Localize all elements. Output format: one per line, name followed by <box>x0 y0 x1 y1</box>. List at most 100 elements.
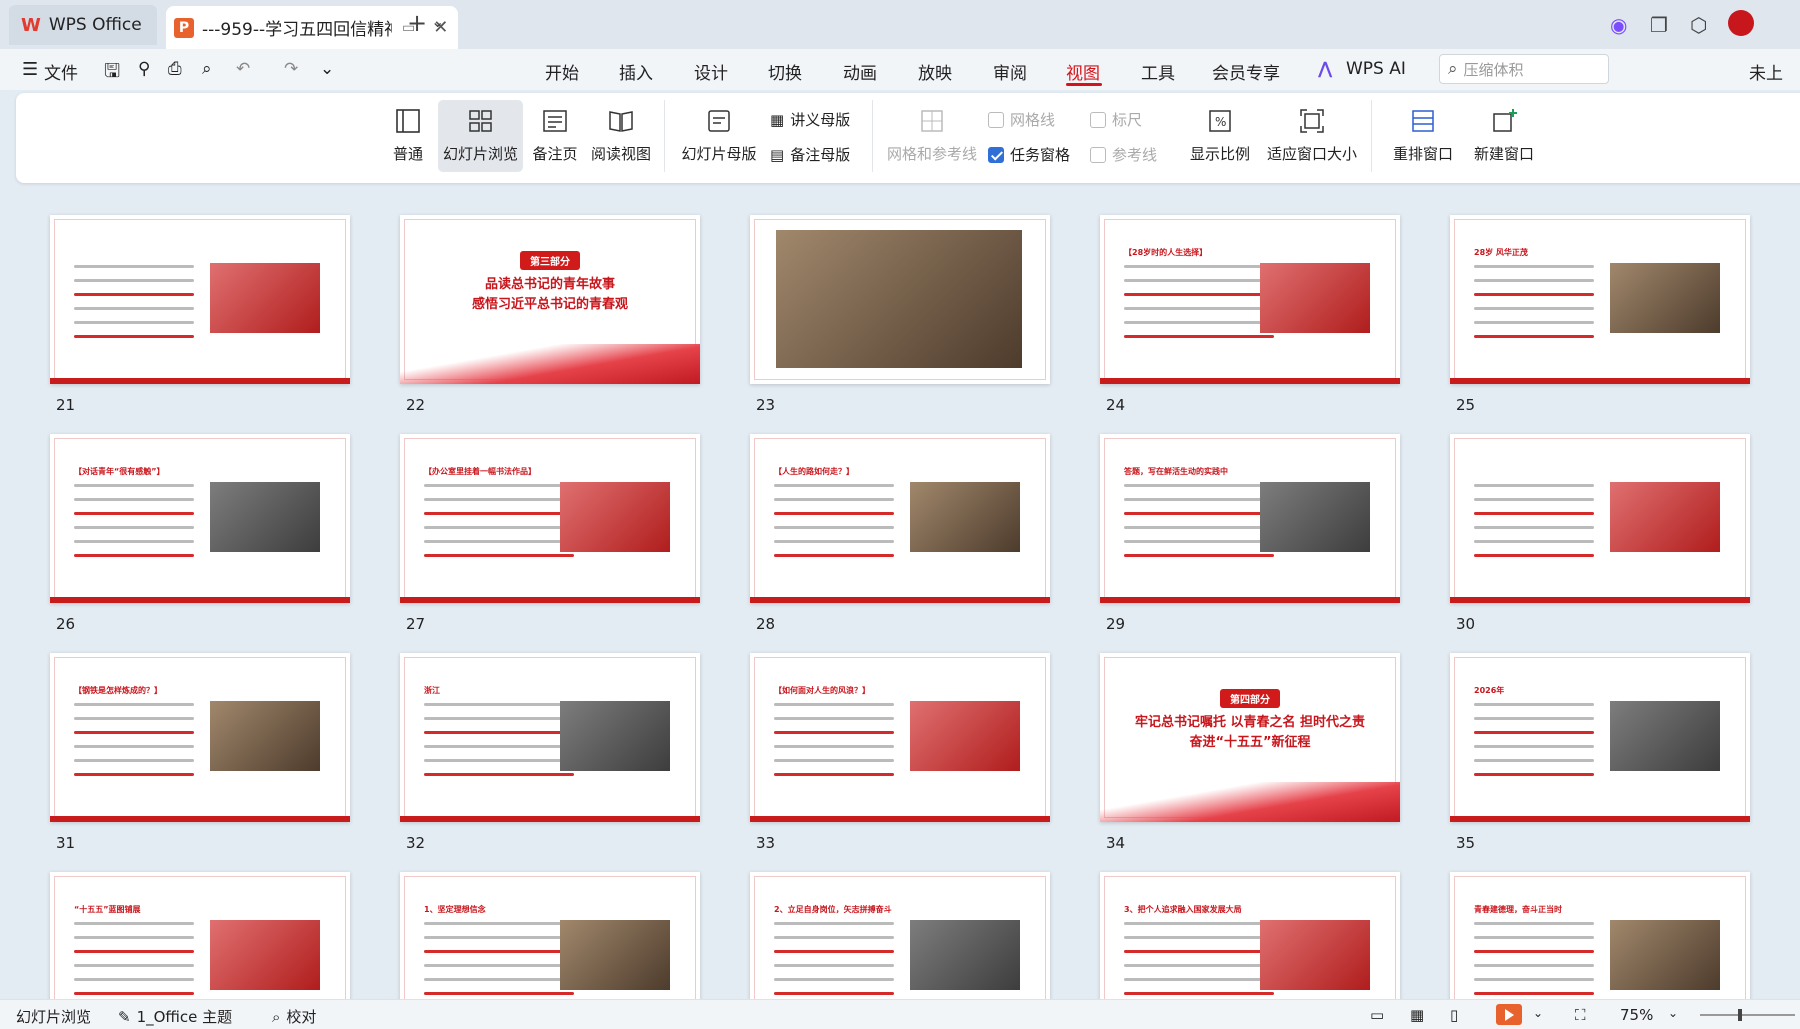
ruler-checkbox[interactable]: 标尺 <box>1090 109 1142 130</box>
zoom-slider-handle[interactable] <box>1738 1009 1742 1021</box>
slide-text-line <box>74 922 194 925</box>
slide-heading: 答题，写在鲜活生动的实践中 <box>1124 467 1228 476</box>
print-preview-icon[interactable]: ⌕ <box>202 59 212 79</box>
menu-tab-home[interactable]: 开始 <box>545 59 579 84</box>
slide-thumbnail[interactable]: 28岁 风华正茂 <box>1450 215 1750 384</box>
theme-icon: ✎ <box>118 1007 131 1026</box>
reading-view-status-icon[interactable]: ▯ <box>1450 1006 1458 1024</box>
slide-thumbnail[interactable]: 浙江 <box>400 653 700 822</box>
slide-thumbnail[interactable]: 【对话青年“很有感触”】 <box>50 434 350 603</box>
slide-text-line <box>74 731 194 734</box>
print-icon[interactable]: ⎙ <box>168 59 182 79</box>
fit-status-icon[interactable]: ⛶ <box>1575 1006 1586 1024</box>
slide-number: 34 <box>1106 834 1126 852</box>
new-window-icon <box>1491 105 1517 137</box>
slide-text-line <box>1124 978 1274 981</box>
menu-tab-tools[interactable]: 工具 <box>1141 59 1175 84</box>
zoom-button[interactable]: % 显示比例 <box>1182 100 1258 172</box>
gridlines-checkbox[interactable]: 网格线 <box>988 109 1055 130</box>
slide-text-line <box>1474 335 1594 338</box>
slide-text-line <box>774 964 894 967</box>
menu-tab-member[interactable]: 会员专享 <box>1212 59 1280 84</box>
ai-assistant-icon[interactable]: ◉ <box>1610 13 1627 37</box>
slide-text-line <box>74 773 194 776</box>
proofread-button[interactable]: ⌕ 校对 <box>272 1006 316 1027</box>
grid-guides-button[interactable]: 网格和参考线 <box>880 100 984 172</box>
slide-thumbnail[interactable] <box>750 215 1050 384</box>
menu-tab-transition[interactable]: 切换 <box>768 59 802 84</box>
menu-tab-view[interactable]: 视图 <box>1066 59 1100 84</box>
menu-tab-insert[interactable]: 插入 <box>619 59 653 84</box>
save-icon[interactable]: 🖫 <box>104 57 120 89</box>
slide-text-line <box>74 717 194 720</box>
menu-tab-design[interactable]: 设计 <box>694 59 728 84</box>
zoom-slider[interactable] <box>1700 1014 1795 1016</box>
reading-view-button[interactable]: 阅读视图 <box>582 100 660 172</box>
play-options-chevron-icon[interactable]: ⌄ <box>1533 1006 1543 1020</box>
tab-list-chevron-icon[interactable]: ⌄ <box>431 12 444 31</box>
guides-checkbox[interactable]: 参考线 <box>1090 144 1157 165</box>
slide-thumbnail[interactable]: 【办公室里挂着一幅书法作品】 <box>400 434 700 603</box>
slide-text-line <box>74 554 194 557</box>
hamburger-icon[interactable]: ☰ <box>22 59 38 80</box>
notes-master-button[interactable]: ▤ 备注母版 <box>770 144 850 165</box>
menu-tab-slideshow[interactable]: 放映 <box>918 59 952 84</box>
slide-bottom-bar <box>50 597 350 603</box>
slide-thumbnail[interactable]: 【28岁时的人生选择】 <box>1100 215 1400 384</box>
file-menu[interactable]: 文件 <box>44 59 78 84</box>
slide-photo <box>1260 482 1370 552</box>
slide-text-line <box>74 540 194 543</box>
slide-text-line <box>74 703 194 706</box>
window-switch-icon[interactable]: ❐ <box>1650 13 1668 37</box>
avatar[interactable] <box>1728 10 1754 36</box>
ruler-check-icon <box>1090 111 1106 128</box>
slide-text-line <box>774 512 894 515</box>
zoom-percent-icon: % <box>1207 105 1233 137</box>
slide-thumbnail[interactable]: 【如何面对人生的风浪？】 <box>750 653 1050 822</box>
task-pane-checkbox[interactable]: 任务窗格 <box>988 144 1070 165</box>
slide-thumbnail[interactable]: 【钢铁是怎样炼成的？】 <box>50 653 350 822</box>
share-icon[interactable]: ⚲ <box>138 59 150 79</box>
slide-red-wave <box>1100 782 1400 822</box>
normal-view-status-icon[interactable]: ▭ <box>1370 1006 1384 1024</box>
cloud-upload-label[interactable]: 未上 <box>1749 59 1783 84</box>
slide-heading: “十五五”蓝图铺展 <box>74 905 141 914</box>
slide-text-line <box>424 703 574 706</box>
normal-view-button[interactable]: 普通 <box>370 100 446 172</box>
undo-icon[interactable]: ↶ <box>236 59 250 79</box>
new-tab-icon[interactable]: + <box>407 9 427 37</box>
new-window-button[interactable]: 新建窗口 <box>1466 100 1542 172</box>
slide-thumbnail[interactable]: 答题，写在鲜活生动的实践中 <box>1100 434 1400 603</box>
slide-thumbnail[interactable] <box>50 215 350 384</box>
slide-thumbnail[interactable]: 【人生的路如何走？】 <box>750 434 1050 603</box>
menu-tab-review[interactable]: 审阅 <box>993 59 1027 84</box>
slide-text-line <box>424 773 574 776</box>
slide-thumbnail[interactable] <box>1450 434 1750 603</box>
fit-window-button[interactable]: 适应窗口大小 <box>1262 100 1362 172</box>
play-slideshow-button[interactable] <box>1496 1004 1522 1025</box>
slide-thumbnail[interactable]: 第四部分 牢记总书记嘱托 以青春之名 担时代之责 奋进“十五五”新征程 <box>1100 653 1400 822</box>
arrange-windows-button[interactable]: 重排窗口 <box>1380 100 1466 172</box>
zoom-value[interactable]: 75% <box>1620 1006 1653 1024</box>
slide-text-line <box>424 717 574 720</box>
normal-view-label: 普通 <box>392 145 423 163</box>
slide-heading: 2、立足自身岗位，矢志拼搏奋斗 <box>774 905 892 914</box>
slide-browse-button[interactable]: 幻灯片浏览 <box>438 100 523 172</box>
redo-icon[interactable]: ↷ <box>284 59 298 79</box>
handout-master-button[interactable]: ▦ 讲义母版 <box>770 109 850 130</box>
search-input[interactable]: ⌕ 压缩体积 <box>1439 54 1609 84</box>
arrange-label: 重排窗口 <box>1392 145 1453 163</box>
quick-access-chevron-icon[interactable]: ⌄ <box>320 59 334 79</box>
slide-sorter-status-icon[interactable]: ▦ <box>1410 1006 1424 1024</box>
slide-text-line <box>424 978 574 981</box>
theme-button[interactable]: ✎ 1_Office 主题 <box>118 1006 232 1027</box>
zoom-chevron-icon[interactable]: ⌄ <box>1668 1006 1678 1020</box>
slide-master-button[interactable]: 幻灯片母版 <box>676 100 762 172</box>
cube-icon[interactable]: ⬡ <box>1690 13 1707 37</box>
slide-text-line <box>1124 293 1274 296</box>
wps-ai-button[interactable]: WPS AI <box>1346 59 1406 79</box>
tab-wps-home[interactable]: W WPS Office <box>9 5 157 45</box>
slide-thumbnail[interactable]: 第三部分 品读总书记的青年故事 感悟习近平总书记的青春观 <box>400 215 700 384</box>
slide-thumbnail[interactable]: 2026年 <box>1450 653 1750 822</box>
menu-tab-animation[interactable]: 动画 <box>843 59 877 84</box>
